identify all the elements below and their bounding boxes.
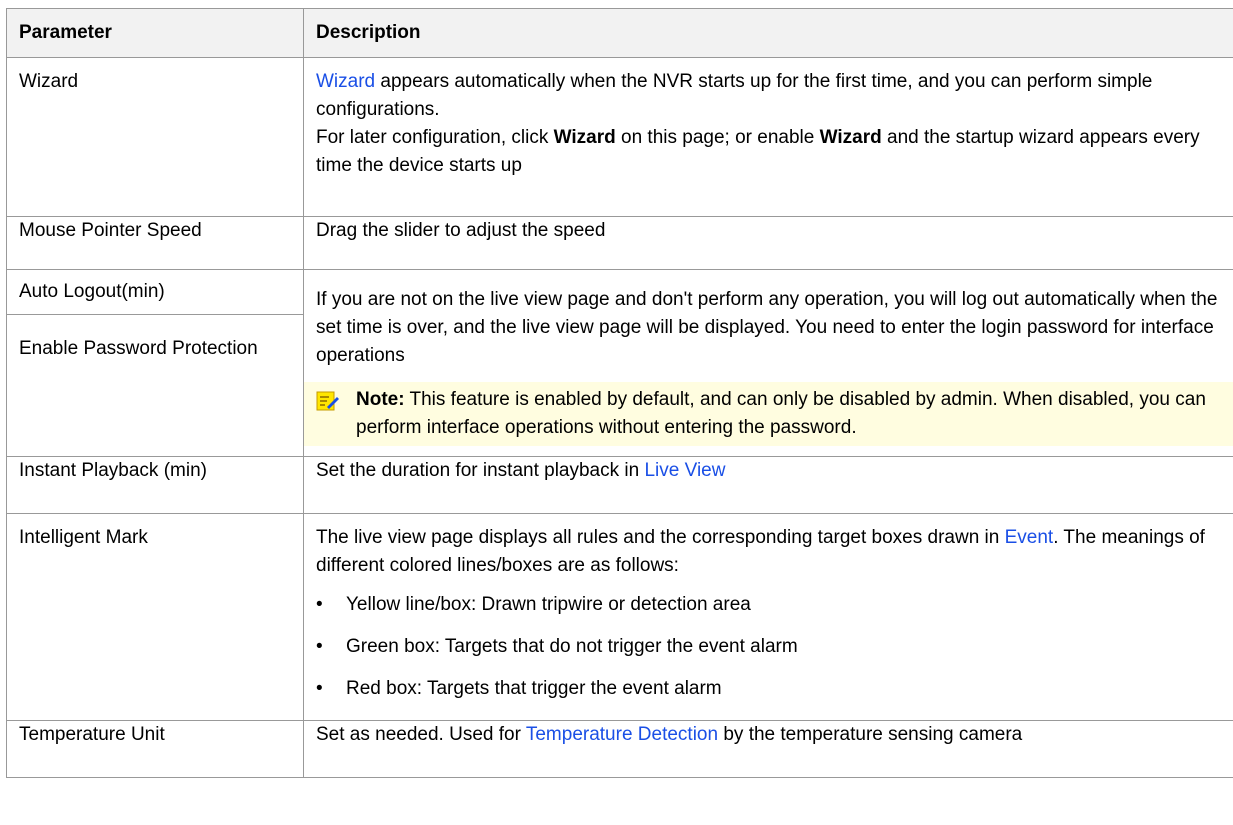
desc-temperature-unit: Set as needed. Used for Temperature Dete…	[303, 720, 1233, 778]
table-row-wizard: Wizard Wizard appears automatically when…	[6, 57, 1233, 217]
note-text: This feature is enabled by default, and …	[356, 389, 1206, 438]
param-password-protection: Enable Password Protection	[19, 338, 258, 359]
bullet-text: Yellow line/box: Drawn tripwire or detec…	[346, 594, 751, 615]
desc-intelligent-mark: The live view page displays all rules an…	[303, 513, 1233, 721]
note-box: Note: This feature is enabled by default…	[304, 382, 1233, 446]
list-item: • Yellow line/box: Drawn tripwire or dete…	[316, 588, 1228, 622]
live-view-link[interactable]: Live View	[644, 460, 725, 481]
table-header-row: Parameter Description	[6, 8, 1233, 58]
param-auto-logout: Auto Logout(min)	[7, 270, 303, 315]
table-row-intelligent-mark: Intelligent Mark The live view page disp…	[6, 513, 1233, 721]
header-description: Description	[303, 8, 1233, 58]
event-link[interactable]: Event	[1005, 527, 1054, 548]
param-mouse-speed: Mouse Pointer Speed	[6, 216, 304, 270]
param-intelligent-mark: Intelligent Mark	[6, 513, 304, 721]
table-row-temperature-unit: Temperature Unit Set as needed. Used for…	[6, 720, 1233, 778]
mark-desc: The live view page displays all rules an…	[316, 524, 1228, 580]
note-label: Note:	[356, 389, 405, 410]
wizard-bold1: Wizard	[553, 127, 616, 148]
desc-instant-playback: Set the duration for instant playback in…	[303, 456, 1233, 514]
table-row-auto-logout: Auto Logout(min) Enable Password Protect…	[6, 269, 1233, 457]
param-wizard: Wizard	[6, 57, 304, 217]
bullet-icon: •	[316, 678, 323, 699]
wizard-text1: appears automatically when the NVR start…	[316, 71, 1153, 120]
param-temperature-unit: Temperature Unit	[6, 720, 304, 778]
wizard-text2a: For later configuration, click	[316, 127, 554, 148]
list-item: • Green box: Targets that do not trigger …	[316, 630, 1228, 664]
param-auto-logout-cell: Auto Logout(min) Enable Password Protect…	[6, 269, 304, 457]
temp-desc-b: by the temperature sensing camera	[718, 724, 1023, 745]
bullet-icon: •	[316, 594, 323, 615]
desc-mouse-speed: Drag the slider to adjust the speed	[303, 216, 1233, 270]
bullet-text: Green box: Targets that do not trigger t…	[346, 636, 798, 657]
parameter-table: Parameter Description Wizard Wizard appe…	[6, 8, 1233, 778]
header-parameter: Parameter	[6, 8, 304, 58]
wizard-text2b: on this page; or enable	[615, 127, 820, 148]
list-item: • Red box: Targets that trigger the event…	[316, 672, 1228, 706]
wizard-link[interactable]: Wizard	[316, 71, 375, 92]
table-row-mouse-speed: Mouse Pointer Speed Drag the slider to a…	[6, 216, 1233, 270]
mark-desc-a: The live view page displays all rules an…	[316, 527, 1005, 548]
bullet-icon: •	[316, 636, 323, 657]
wizard-bold2: Wizard	[819, 127, 882, 148]
table-row-instant-playback: Instant Playback (min) Set the duration …	[6, 456, 1233, 514]
desc-auto-logout: If you are not on the live view page and…	[303, 269, 1233, 457]
param-instant-playback: Instant Playback (min)	[6, 456, 304, 514]
desc-wizard: Wizard appears automatically when the NV…	[303, 57, 1233, 217]
temp-desc-a: Set as needed. Used for	[316, 724, 526, 745]
auto-logout-desc: If you are not on the live view page and…	[316, 289, 1218, 366]
playback-desc: Set the duration for instant playback in	[316, 460, 645, 481]
temperature-detection-link[interactable]: Temperature Detection	[526, 724, 718, 745]
bullet-text: Red box: Targets that trigger the event …	[346, 678, 722, 699]
note-pencil-icon	[316, 391, 339, 411]
